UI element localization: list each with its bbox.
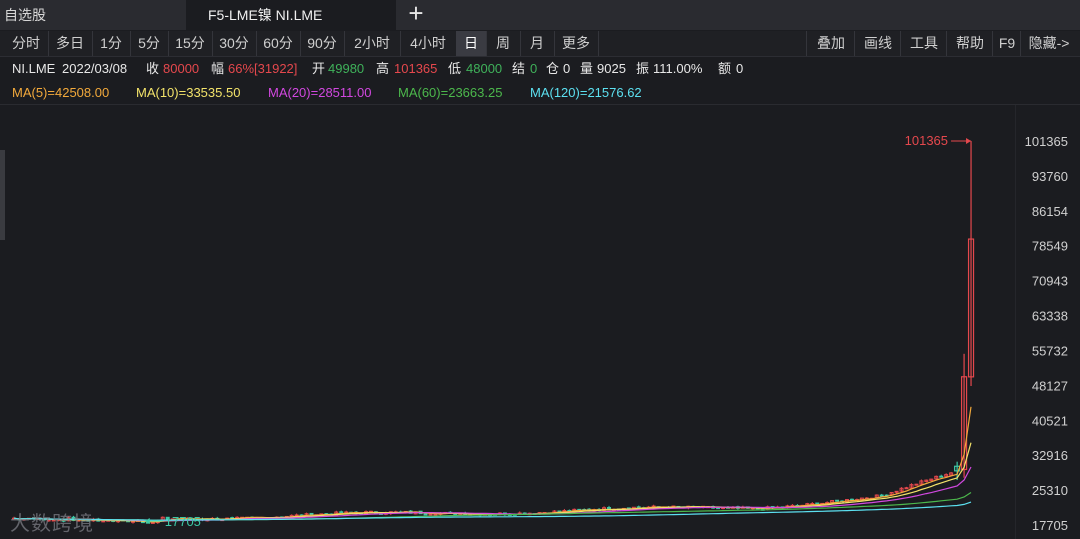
candle-body (433, 513, 438, 516)
period-0-button[interactable]: 分时 (4, 31, 49, 56)
oi-label: 仓 (546, 61, 560, 76)
tool-1-button[interactable]: 画线 (854, 31, 901, 56)
period-10-button[interactable]: 日 (456, 31, 487, 56)
high-label: 高 (376, 61, 390, 76)
tab-watchlist[interactable]: 自选股 (0, 0, 186, 30)
high-value: 101365 (394, 61, 438, 76)
amplitude-value: 111.00% (653, 61, 703, 76)
open-value: 49980 (328, 61, 365, 76)
oi-value: 0 (563, 61, 571, 76)
amplitude-label: 振 (636, 61, 650, 76)
period-7-button[interactable]: 90分 (300, 31, 345, 56)
candle-body (835, 499, 840, 502)
y-tick-label: 70943 (1032, 274, 1068, 289)
y-tick-label: 101365 (1025, 134, 1068, 149)
settle-label: 结 (512, 61, 526, 76)
y-tick-label: 63338 (1032, 309, 1068, 324)
low-value: 48000 (466, 61, 503, 76)
change-label: 幅 (211, 61, 225, 76)
ma20-legend: MA(20)=28511.00 (268, 85, 372, 100)
candlestick-chart[interactable]: 101365 93760 86154 78549 70943 63338 55732 4812… (0, 105, 1080, 539)
watermark-logo: 大数跨境 (10, 513, 94, 535)
high-marker-label: 101365 (905, 133, 948, 148)
change-value: 66%[31922] (228, 61, 298, 76)
date-label: 2022/03/08 (62, 61, 128, 76)
period-9-button[interactable]: 4小时 (400, 31, 457, 56)
period-4-button[interactable]: 15分 (168, 31, 213, 56)
period-6-button[interactable]: 60分 (256, 31, 301, 56)
ma60-legend: MA(60)=23663.25 (398, 85, 503, 100)
tool-4-button[interactable]: F9 (992, 31, 1021, 56)
close-label: 收 (146, 61, 160, 76)
plus-icon[interactable]: + (396, 0, 436, 30)
period-12-button[interactable]: 月 (520, 31, 555, 56)
ma10-line (13, 442, 972, 523)
low-marker-label: 17705 (165, 514, 201, 529)
ma120-legend: MA(120)=21576.62 (530, 85, 642, 100)
amount-value: 0 (736, 61, 744, 76)
candle-body (101, 520, 106, 523)
close-value: 80000 (163, 61, 200, 76)
period-13-button[interactable]: 更多 (554, 31, 599, 56)
tool-0-button[interactable]: 叠加 (806, 31, 855, 56)
high-marker-arrowhead (966, 138, 972, 144)
tab-bar: 自选股 F5-LME镍 NI.LME + (0, 0, 1080, 30)
low-label: 低 (448, 61, 462, 76)
candle-body (428, 513, 433, 516)
candle-body (894, 490, 899, 493)
y-tick-label: 32916 (1032, 448, 1068, 463)
period-11-button[interactable]: 周 (486, 31, 521, 56)
candle-body (914, 483, 919, 486)
candle-body (904, 487, 909, 490)
period-1-button[interactable]: 多日 (48, 31, 93, 56)
open-label: 开 (312, 61, 326, 76)
y-tick-label: 78549 (1032, 239, 1068, 254)
y-tick-label: 86154 (1032, 204, 1068, 219)
period-3-button[interactable]: 5分 (130, 31, 169, 56)
candle-body (150, 521, 155, 524)
period-toolbar: 分时 多日 1分 5分 15分 30分 60分 90分 2小时 4小时日周月更多 叠加 画线 工具 帮助 F… (0, 31, 1080, 57)
ma10-legend: MA(10)=33535.50 (136, 85, 241, 100)
amount-label: 额 (718, 61, 732, 76)
period-8-button[interactable]: 2小时 (344, 31, 401, 56)
candle-body (879, 494, 884, 497)
y-tick-label: 93760 (1032, 169, 1068, 184)
quote-info-row: NI.LME 2022/03/08 收 80000 幅 66%[31922] 开… (0, 57, 1080, 81)
ma5-legend: MA(5)=42508.00 (12, 85, 110, 100)
y-tick-label: 25310 (1032, 483, 1068, 498)
y-tick-label: 55732 (1032, 343, 1068, 358)
tool-3-button[interactable]: 帮助 (946, 31, 993, 56)
volume-label: 量 (580, 61, 594, 76)
tool-2-button[interactable]: 工具 (900, 31, 947, 56)
y-tick-label: 48127 (1032, 378, 1068, 393)
y-tick-label: 40521 (1032, 413, 1068, 428)
candle-body (939, 475, 944, 478)
tool-5-button[interactable]: 隐藏-> (1020, 31, 1077, 56)
ma20-line (13, 466, 972, 522)
settle-value: 0 (530, 61, 538, 76)
period-2-button[interactable]: 1分 (92, 31, 131, 56)
ma-legend-row: MA(5)=42508.00 MA(10)=33535.50 MA(20)=28… (0, 82, 1080, 105)
y-tick-label: 17705 (1032, 518, 1068, 533)
period-5-button[interactable]: 30分 (212, 31, 257, 56)
symbol-label: NI.LME (12, 61, 56, 76)
volume-value: 9025 (597, 61, 626, 76)
candle-body (423, 513, 428, 516)
tab-nickel-lme[interactable]: F5-LME镍 NI.LME (186, 0, 396, 30)
